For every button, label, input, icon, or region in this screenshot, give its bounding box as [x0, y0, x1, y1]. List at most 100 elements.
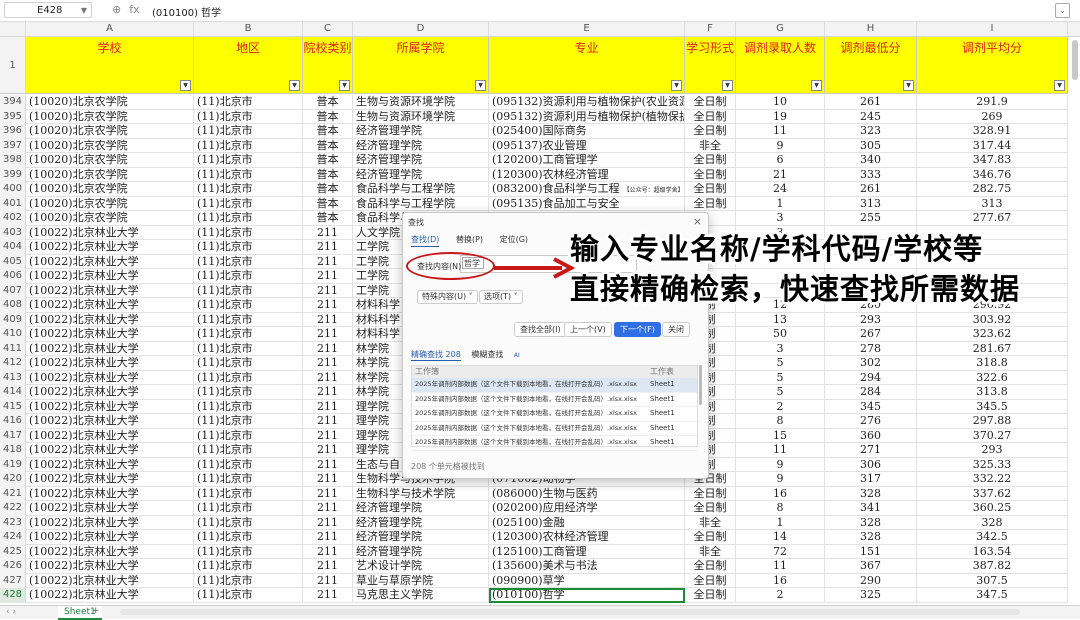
cell-a[interactable]: (10022)北京林业大学 [26, 327, 194, 342]
cell-c[interactable]: 普本 [303, 211, 353, 226]
cell-c[interactable]: 211 [303, 544, 353, 559]
results-scrollbar[interactable] [699, 365, 702, 405]
cell-h[interactable]: 305 [825, 138, 917, 153]
cell-f[interactable]: 全日制 [685, 109, 736, 124]
cell-b[interactable]: (11)北京市 [194, 370, 303, 385]
header-cell[interactable]: 专业 ▼ [489, 37, 685, 94]
cell-g[interactable]: 5 [736, 370, 825, 385]
header-cell[interactable]: 学习形式 ▼ [685, 37, 736, 94]
cell-c[interactable]: 211 [303, 428, 353, 443]
cell-b[interactable]: (11)北京市 [194, 385, 303, 400]
cell-g[interactable]: 15 [736, 428, 825, 443]
column-header-i[interactable]: I [917, 22, 1068, 36]
cell-b[interactable]: (11)北京市 [194, 472, 303, 487]
cell-a[interactable]: (10022)北京林业大学 [26, 254, 194, 269]
cell-c[interactable]: 211 [303, 501, 353, 516]
cell-b[interactable]: (11)北京市 [194, 530, 303, 545]
cell-d[interactable]: 经济管理学院 [353, 167, 489, 182]
cell-h[interactable]: 261 [825, 95, 917, 110]
cell-a[interactable]: (10020)北京农学院 [26, 196, 194, 211]
cell-b[interactable]: (11)北京市 [194, 240, 303, 255]
cell-d[interactable]: 食品科学与工程学院 [353, 196, 489, 211]
cell-a[interactable]: (10022)北京林业大学 [26, 312, 194, 327]
previous-button[interactable]: 上一个(V) [564, 322, 612, 337]
cell-h[interactable]: 293 [825, 312, 917, 327]
cell-d[interactable]: 经济管理学院 [353, 515, 489, 530]
tab-exact-find[interactable]: 精确查找 208 [411, 350, 461, 361]
cell-i[interactable]: 297.88 [917, 414, 1068, 429]
row-number[interactable]: 409 [0, 312, 26, 327]
cell-a[interactable]: (10022)北京林业大学 [26, 443, 194, 458]
cell-a[interactable]: (10022)北京林业大学 [26, 457, 194, 472]
cell-b[interactable]: (11)北京市 [194, 182, 303, 197]
column-header-a[interactable]: A [26, 22, 194, 36]
header-cell[interactable]: 调剂平均分 ▼ [917, 37, 1068, 94]
cell-a[interactable]: (10022)北京林业大学 [26, 559, 194, 574]
cell-h[interactable]: 328 [825, 515, 917, 530]
cell-f[interactable]: 全日制 [685, 559, 736, 574]
cell-c[interactable]: 211 [303, 385, 353, 400]
cell-a[interactable]: (10020)北京农学院 [26, 211, 194, 226]
cell-c[interactable]: 211 [303, 298, 353, 313]
cell-b[interactable]: (11)北京市 [194, 501, 303, 516]
fx-icon[interactable]: fx [129, 3, 139, 16]
cell-a[interactable]: (10020)北京农学院 [26, 138, 194, 153]
row-number[interactable]: 402 [0, 211, 26, 226]
cell-b[interactable]: (11)北京市 [194, 225, 303, 240]
cell-b[interactable]: (11)北京市 [194, 254, 303, 269]
column-header-g[interactable]: G [736, 22, 825, 36]
row-number[interactable]: 410 [0, 327, 26, 342]
row-number[interactable]: 417 [0, 428, 26, 443]
row-number[interactable]: 419 [0, 457, 26, 472]
cell-f[interactable]: 非全 [685, 544, 736, 559]
name-box[interactable]: E428 ▼ [4, 2, 92, 18]
header-cell[interactable]: 所属学院 ▼ [353, 37, 489, 94]
cell-i[interactable]: 269 [917, 109, 1068, 124]
cell-a[interactable]: (10022)北京林业大学 [26, 573, 194, 588]
cell-c[interactable]: 普本 [303, 182, 353, 197]
cell-d[interactable]: 马克思主义学院 [353, 588, 489, 603]
cell-b[interactable]: (11)北京市 [194, 573, 303, 588]
cell-h[interactable]: 261 [825, 182, 917, 197]
row-number[interactable]: 412 [0, 356, 26, 371]
cell-i[interactable]: 346.76 [917, 167, 1068, 182]
row-number[interactable]: 420 [0, 472, 26, 487]
row-number[interactable]: 414 [0, 385, 26, 400]
cell-d[interactable]: 艺术设计学院 [353, 559, 489, 574]
cell-i[interactable]: 281.67 [917, 341, 1068, 356]
row-number[interactable]: 415 [0, 399, 26, 414]
row-number[interactable]: 418 [0, 443, 26, 458]
cell-e[interactable]: (125100)工商管理 [489, 544, 685, 559]
cell-a[interactable]: (10022)北京林业大学 [26, 399, 194, 414]
result-row[interactable]: 2025年调剂内部数据（这个文件下载到本地看，在线打开会乱码）.xlsx.xls… [412, 407, 697, 422]
cell-d[interactable]: 草业与草原学院 [353, 573, 489, 588]
cell-a[interactable]: (10020)北京农学院 [26, 167, 194, 182]
cell-e[interactable]: (095132)资源利用与植物保护(农业资源 [489, 95, 685, 110]
row-number[interactable]: 424 [0, 530, 26, 545]
cell-e[interactable]: (010100)哲学 [489, 588, 685, 603]
header-cell[interactable]: 院校类别 ▼ [303, 37, 353, 94]
result-row[interactable]: 2025年调剂内部数据（这个文件下载到本地看，在线打开会乱码）.xlsx.xls… [412, 393, 697, 407]
cell-c[interactable]: 211 [303, 240, 353, 255]
tab-replace[interactable]: 替换(P) [456, 235, 483, 244]
cell-c[interactable]: 211 [303, 530, 353, 545]
cell-h[interactable]: 255 [825, 211, 917, 226]
cell-i[interactable]: 282.75 [917, 182, 1068, 197]
cell-h[interactable]: 306 [825, 457, 917, 472]
cell-c[interactable]: 普本 [303, 196, 353, 211]
row-number[interactable]: 1 [0, 37, 26, 94]
cell-a[interactable]: (10022)北京林业大学 [26, 472, 194, 487]
cell-i[interactable]: 163.54 [917, 544, 1068, 559]
cell-a[interactable]: (10022)北京林业大学 [26, 269, 194, 284]
cell-c[interactable]: 211 [303, 588, 353, 603]
cell-g[interactable]: 16 [736, 486, 825, 501]
header-cell[interactable]: 学校 ▼ [26, 37, 194, 94]
cell-a[interactable]: (10022)北京林业大学 [26, 283, 194, 298]
cell-i[interactable]: 313 [917, 196, 1068, 211]
cell-h[interactable]: 290 [825, 573, 917, 588]
row-number[interactable]: 408 [0, 298, 26, 313]
cell-h[interactable]: 294 [825, 370, 917, 385]
cell-e[interactable]: (095135)食品加工与安全 [489, 196, 685, 211]
row-number[interactable]: 428 [0, 588, 26, 603]
cell-a[interactable]: (10022)北京林业大学 [26, 341, 194, 356]
